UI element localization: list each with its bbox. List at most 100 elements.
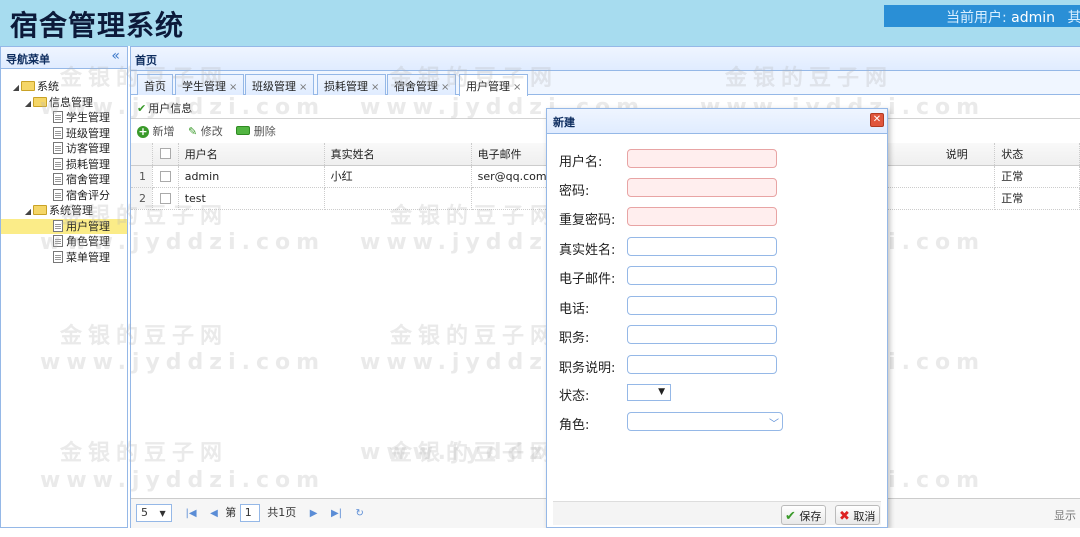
- file-icon: [53, 111, 63, 123]
- tree-item-loss[interactable]: 损耗管理: [1, 157, 127, 173]
- repeat-password-field[interactable]: [627, 207, 777, 226]
- realname-field[interactable]: [627, 237, 777, 256]
- cell-status: 正常: [994, 165, 1080, 188]
- expand-arrow-icon[interactable]: ◢: [23, 204, 33, 220]
- tab-home[interactable]: 首页: [137, 74, 173, 95]
- checkbox[interactable]: [159, 192, 171, 204]
- refresh-icon[interactable]: ↻: [356, 508, 364, 519]
- folder-icon: [21, 81, 35, 91]
- realname-label: 真实姓名:: [559, 243, 616, 258]
- tree-item-user[interactable]: 用户管理: [1, 218, 127, 234]
- tree-item-label: 角色管理: [66, 235, 110, 248]
- tab-class[interactable]: 班级管理 ×: [245, 74, 315, 95]
- app-title: 宿舍管理系统: [10, 9, 185, 42]
- role-combobox[interactable]: ﹀: [627, 412, 783, 431]
- tree-item-menu[interactable]: 菜单管理: [1, 250, 127, 266]
- file-icon: [53, 219, 63, 232]
- username-label: 用户名:: [559, 155, 603, 170]
- role-label: 角色:: [559, 418, 590, 433]
- add-button[interactable]: + 新增: [137, 125, 175, 138]
- position-field[interactable]: [627, 325, 777, 344]
- username-field[interactable]: [627, 149, 777, 168]
- close-icon[interactable]: ×: [513, 82, 521, 93]
- column-header-status[interactable]: 状态: [994, 143, 1080, 166]
- tab-user[interactable]: 用户管理 ×: [459, 74, 529, 96]
- first-page-icon[interactable]: |◀: [186, 508, 197, 519]
- file-icon: [53, 173, 63, 185]
- tree-item-role[interactable]: 角色管理: [1, 234, 127, 250]
- close-icon[interactable]: ×: [299, 82, 307, 93]
- file-icon: [53, 142, 63, 154]
- pencil-icon: ✎: [188, 125, 198, 138]
- dialog-footer: ✔ 保存 ✖ 取消: [553, 501, 881, 525]
- close-icon[interactable]: ×: [441, 82, 449, 93]
- status-select[interactable]: ▼: [627, 384, 671, 401]
- tree-item-student[interactable]: 学生管理: [1, 110, 127, 126]
- expand-arrow-icon[interactable]: ◢: [23, 96, 33, 112]
- sidebar-header: 导航菜单 «: [1, 47, 127, 69]
- plus-icon: +: [137, 125, 149, 138]
- checkbox[interactable]: [159, 170, 171, 182]
- cell-username: admin: [178, 165, 325, 188]
- tree-item-class[interactable]: 班级管理: [1, 126, 127, 142]
- tree-node-sys-mgmt[interactable]: ◢ 系统管理: [1, 203, 127, 219]
- form-row-position-desc: 职务说明:: [559, 354, 879, 376]
- tree-item-label: 菜单管理: [66, 250, 110, 264]
- main-panel-title: 首页: [131, 47, 1080, 71]
- position-desc-label: 职务说明:: [559, 361, 616, 376]
- page-total: 共1页: [267, 506, 297, 519]
- tab-dorm[interactable]: 宿舍管理 ×: [387, 74, 457, 95]
- tree-item-label: 宿舍管理: [66, 173, 110, 186]
- tab-student[interactable]: 学生管理 ×: [175, 74, 245, 95]
- expand-arrow-icon[interactable]: ◢: [11, 80, 21, 96]
- tab-label: 学生管理: [182, 80, 226, 93]
- form-row-position: 职务:: [559, 324, 879, 346]
- cell-status: 正常: [994, 187, 1080, 210]
- row-number: 1: [131, 165, 153, 188]
- tree-node-info-mgmt[interactable]: ◢ 信息管理: [1, 95, 127, 111]
- tree-item-label: 用户管理: [66, 219, 110, 233]
- collapse-icon[interactable]: «: [111, 48, 120, 64]
- phone-field[interactable]: [627, 296, 777, 315]
- password-field[interactable]: [627, 178, 777, 197]
- page-size-select[interactable]: 5 ▼: [136, 504, 172, 522]
- row-checkbox-cell[interactable]: [152, 187, 179, 210]
- checkbox[interactable]: [159, 148, 171, 160]
- prev-page-icon[interactable]: ◀: [210, 508, 218, 519]
- tab-loss[interactable]: 损耗管理 ×: [317, 74, 387, 95]
- close-icon[interactable]: ×: [229, 82, 237, 93]
- column-header-realname[interactable]: 真实姓名: [324, 143, 472, 166]
- row-number: 2: [131, 187, 153, 210]
- cell-realname: 小红: [324, 165, 472, 188]
- chevron-down-icon[interactable]: ﹀: [769, 415, 779, 430]
- tab-label: 损耗管理: [324, 80, 368, 93]
- dropdown-arrow-icon: ▼: [159, 509, 166, 518]
- next-page-icon[interactable]: ▶: [310, 508, 318, 519]
- position-desc-field[interactable]: [627, 355, 777, 374]
- file-icon: [53, 157, 63, 170]
- column-header-username[interactable]: 用户名: [178, 143, 325, 166]
- page-number-input[interactable]: 1: [239, 504, 260, 522]
- row-checkbox-cell[interactable]: [152, 165, 179, 188]
- display-info: 显示: [1054, 509, 1076, 522]
- edit-button[interactable]: ✎ 修改: [188, 125, 223, 138]
- delete-button[interactable]: 删除: [236, 125, 276, 138]
- row-number-header: [131, 143, 153, 166]
- email-field[interactable]: [627, 266, 777, 285]
- save-button[interactable]: ✔ 保存: [781, 505, 827, 525]
- cancel-button[interactable]: ✖ 取消: [835, 505, 881, 525]
- tree-item-visitor[interactable]: 访客管理: [1, 141, 127, 157]
- form-row-email: 电子邮件:: [559, 265, 879, 287]
- close-icon[interactable]: ×: [371, 82, 379, 93]
- tree-node-root[interactable]: ◢ 系统: [1, 79, 127, 95]
- minus-icon: [236, 126, 251, 135]
- form-row-realname: 真实姓名:: [559, 236, 879, 258]
- select-all-header[interactable]: [152, 143, 179, 166]
- current-user-name[interactable]: admin: [1011, 10, 1055, 26]
- current-user-area: 当前用户: admin 其: [884, 5, 1080, 27]
- close-icon[interactable]: ✕: [870, 113, 884, 127]
- last-page-icon[interactable]: ▶|: [331, 508, 342, 519]
- tree-item-dorm-score[interactable]: 宿舍评分: [1, 188, 127, 204]
- tree-node-label: 系统: [37, 80, 59, 93]
- tree-item-dorm[interactable]: 宿舍管理: [1, 172, 127, 188]
